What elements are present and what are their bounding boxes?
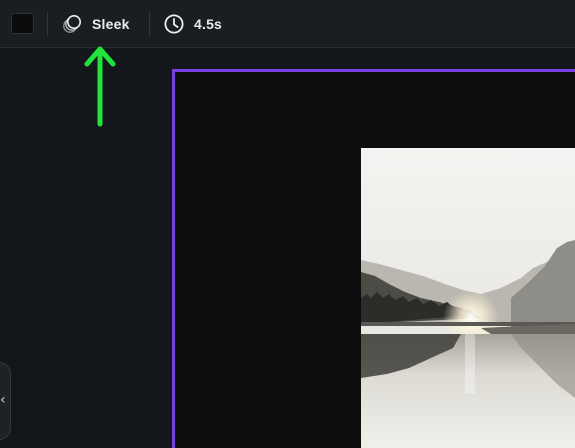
duration-label: 4.5s [194, 16, 223, 32]
editor-root: Sleek 4.5s ‹ [0, 0, 575, 448]
sidebar-collapse-button[interactable]: ‹ [0, 362, 11, 440]
style-layers-icon [61, 13, 83, 35]
clock-icon [163, 13, 185, 35]
toolbar-divider [149, 12, 150, 36]
style-button[interactable]: Sleek [61, 12, 130, 36]
style-label: Sleek [92, 16, 130, 32]
background-color-swatch[interactable] [11, 13, 34, 34]
duration-button[interactable]: 4.5s [163, 12, 222, 36]
toolbar-divider [47, 12, 48, 36]
up-arrow-icon [84, 44, 116, 133]
chevron-left-icon: ‹ [0, 392, 6, 408]
top-toolbar: Sleek 4.5s [0, 0, 575, 48]
lake-mountain-sunrise-photo[interactable] [361, 148, 575, 448]
